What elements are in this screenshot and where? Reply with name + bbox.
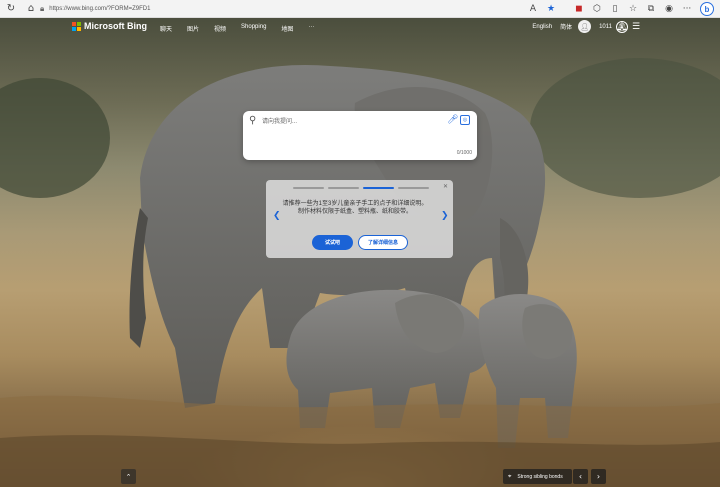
bing-copilot-icon[interactable]: b — [700, 2, 714, 16]
bing-logo[interactable]: Microsoft Bing — [72, 21, 147, 31]
browser-toolbar: ↻ ⌂ 🔒︎ https://www.bing.com/?FORM=Z9FD1 … — [0, 0, 720, 18]
nav-images[interactable]: 图片 — [187, 24, 199, 33]
close-icon[interactable]: ✕ — [443, 183, 448, 190]
location-pin-icon: ⌖ — [508, 472, 512, 480]
favorite-star-icon[interactable]: ★ — [542, 1, 560, 17]
chevron-left-icon: ‹ — [578, 472, 583, 481]
suggestion-text: 请推荐一些为1至3岁儿童亲子手工的点子和详细说明。制作材料仅限于纸盒、塑料瓶、纸… — [282, 201, 428, 215]
search-icon: ⚲ — [249, 115, 257, 126]
home-icon[interactable]: ⌂ — [23, 1, 39, 17]
browser-tools: A ★ ◼ ⬡ ▯ ☆ ⧉ ◉ ··· b — [524, 1, 720, 17]
extension-icon[interactable]: ⬡ — [588, 1, 606, 17]
header-right: English 简体 👤︎ 1011 ♛ — [524, 20, 628, 33]
top-nav: 聊天 图片 视频 Shopping 地图 ··· — [160, 24, 329, 33]
char-counter: 0/1000 — [456, 150, 472, 156]
try-it-button[interactable]: 试试吧 — [312, 235, 353, 250]
search-box: ⚲ 🎤︎ ◎ 0/1000 — [243, 111, 477, 160]
favorites-icon[interactable]: ☆ — [624, 1, 642, 17]
progress-step — [293, 187, 324, 189]
hamburger-menu-icon[interactable]: ☰ — [632, 22, 640, 32]
carousel-progress — [293, 187, 433, 189]
nav-more[interactable]: ··· — [308, 24, 314, 33]
collections-icon[interactable]: ⧉ — [642, 1, 660, 17]
read-aloud-icon[interactable]: A — [524, 1, 542, 17]
url-text: https://www.bing.com/?FORM=Z9FD1 — [49, 6, 151, 12]
chevron-right-icon[interactable]: ❯ — [441, 211, 449, 221]
visual-search-icon[interactable]: ◎ — [460, 115, 470, 125]
more-icon[interactable]: ··· — [678, 1, 696, 17]
progress-step-active — [363, 187, 394, 189]
microphone-icon[interactable]: 🎤︎ — [447, 115, 458, 125]
caption-text: Strong sibling bonds — [517, 473, 563, 480]
nav-maps[interactable]: 地图 — [281, 24, 293, 33]
scroll-up-button[interactable]: ⌃ — [121, 469, 136, 484]
bing-header: Microsoft Bing 聊天 图片 视频 Shopping 地图 ··· … — [0, 18, 720, 38]
profile-icon[interactable]: ◉ — [660, 1, 678, 17]
avatar-icon[interactable]: 👤︎ — [578, 20, 592, 33]
previous-image-button[interactable]: ‹ — [573, 469, 588, 484]
chevron-right-icon: › — [596, 472, 601, 481]
nav-shopping[interactable]: Shopping — [241, 24, 266, 33]
progress-step — [328, 187, 359, 189]
microsoft-logo-icon — [72, 21, 81, 31]
refresh-icon[interactable]: ↻ — [3, 1, 19, 17]
learn-more-button[interactable]: 了解详细信息 — [358, 235, 408, 250]
address-bar[interactable]: 🔒︎ https://www.bing.com/?FORM=Z9FD1 — [40, 3, 495, 15]
region-switch[interactable]: 简体 — [560, 22, 572, 31]
split-screen-icon[interactable]: ▯ — [606, 1, 624, 17]
next-image-button[interactable]: › — [591, 469, 606, 484]
language-switch[interactable]: English — [532, 24, 552, 30]
rewards-points[interactable]: 1011 — [599, 24, 612, 30]
extension-shield-icon[interactable]: ◼ — [570, 1, 588, 17]
nav-chat[interactable]: 聊天 — [160, 24, 172, 33]
notifications-icon[interactable]: 🔔︎ — [616, 22, 627, 32]
search-input[interactable] — [262, 116, 437, 127]
chevron-up-icon: ⌃ — [125, 472, 132, 481]
brand-name: Microsoft Bing — [84, 21, 147, 31]
suggestion-card: ✕ ❮ 请推荐一些为1至3岁儿童亲子手工的点子和详细说明。制作材料仅限于纸盒、塑… — [266, 180, 453, 258]
lock-icon: 🔒︎ — [40, 4, 45, 13]
image-caption[interactable]: ⌖ Strong sibling bonds — [503, 469, 572, 484]
nav-videos[interactable]: 视频 — [214, 24, 226, 33]
progress-step — [398, 187, 429, 189]
